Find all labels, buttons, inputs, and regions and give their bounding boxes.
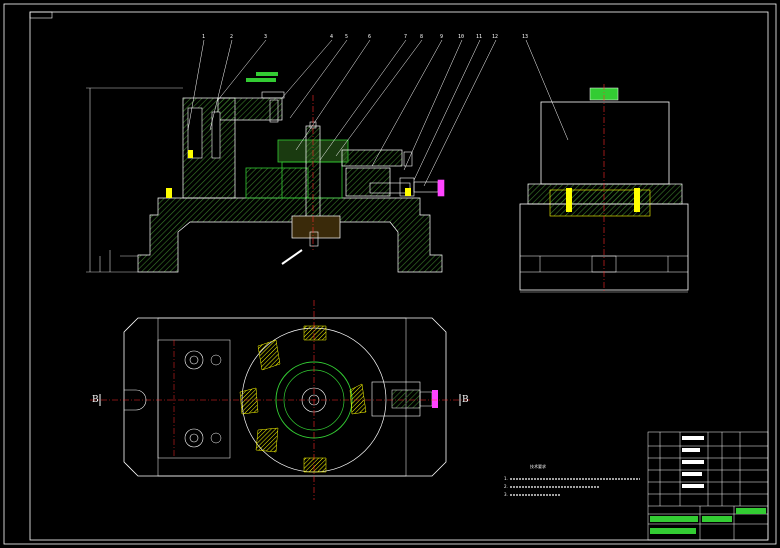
- part-number-12: 12: [492, 34, 498, 40]
- part-number-6: 6: [368, 34, 371, 40]
- section-label-left: B: [92, 395, 99, 405]
- title-block: [647, 431, 769, 541]
- label-tag-green: [256, 72, 278, 76]
- note-1: 1.: [504, 476, 508, 481]
- drawing-svg: 1 2 3 4 5 6 7 8 9 10 11 12 13 B B 技术要求 1…: [3, 3, 777, 545]
- part-number-labels: 1 2 3 4 5 6 7 8 9 10 11 12 13: [202, 34, 528, 40]
- part-number-1: 1: [202, 34, 205, 40]
- note-3: 3.: [504, 492, 508, 497]
- section-label-right: B: [462, 395, 469, 405]
- corner-mark: [29, 11, 53, 19]
- part-number-7: 7: [404, 34, 407, 40]
- part-number-4: 4: [330, 34, 333, 40]
- part-number-10: 10: [458, 34, 464, 40]
- note-2: 2.: [504, 484, 508, 489]
- part-number-11: 11: [476, 34, 482, 40]
- notes-title: 技术要求: [530, 463, 546, 469]
- part-number-13: 13: [522, 34, 528, 40]
- part-number-2: 2: [230, 34, 233, 40]
- label-tag-green-2: [246, 78, 276, 82]
- front-view: [86, 87, 445, 273]
- sheet-inner-border: [29, 11, 769, 541]
- part-number-8: 8: [420, 34, 423, 40]
- side-view: [519, 84, 689, 293]
- part-number-5: 5: [345, 34, 348, 40]
- cad-drawing-sheet: 1 2 3 4 5 6 7 8 9 10 11 12 13 B B 技术要求 1…: [0, 0, 780, 548]
- part-number-3: 3: [264, 34, 267, 40]
- top-view: [90, 300, 470, 500]
- technical-notes: 技术要求 1. 2. 3.: [504, 463, 640, 497]
- part-number-9: 9: [440, 34, 443, 40]
